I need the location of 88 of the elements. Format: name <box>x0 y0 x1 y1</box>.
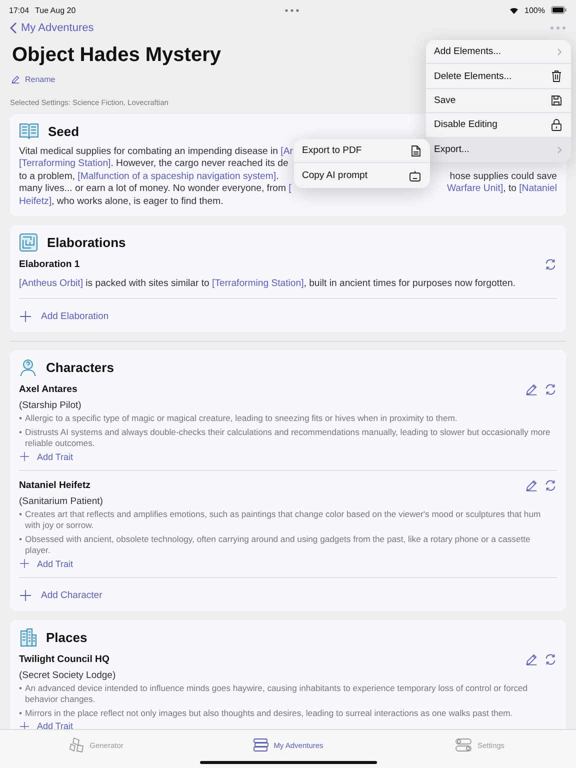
robot-icon <box>409 170 421 182</box>
trait-text: Allergic to a specific type of magic or magical creature, leading to sneezing fits or hives when in proximity to them. <box>25 413 458 425</box>
item-name: Twilight Council HQ <box>19 654 110 665</box>
item-name: Axel Antares <box>19 384 78 396</box>
bullet-icon: • <box>19 534 22 557</box>
refresh-icon[interactable] <box>544 258 557 272</box>
bullet-icon: • <box>19 413 22 425</box>
item-role: (Secret Society Lodge) <box>19 670 117 681</box>
section-title: Places <box>46 630 88 645</box>
add-trait-button[interactable]: Add Trait <box>20 721 74 729</box>
plus-icon <box>20 311 31 322</box>
pencil-icon[interactable] <box>525 478 538 492</box>
elaboration-text: [Antheus Orbit] is packed with sites similar to [Terraforming Station], built in ancient times for purposes now forgotten. <box>19 277 516 290</box>
battery-icon <box>551 6 567 14</box>
bullet-icon: • <box>19 682 22 706</box>
dice-icon <box>68 737 85 753</box>
pencil-icon[interactable] <box>525 652 538 666</box>
menu-item[interactable]: Save <box>426 88 571 114</box>
item-role: (Starship Pilot) <box>19 400 82 412</box>
battery-percent: 100% <box>524 6 545 14</box>
seed-text: many lives... or earn a lot of money. No wonder everyone, from [ <box>19 183 292 196</box>
entity-link[interactable]: [ <box>288 183 292 194</box>
trait-text: Mirrors in the place reflect not only images but also thoughts and desires, leading to surreal interactions as one walks past them. <box>25 708 513 720</box>
chevron-icon <box>557 48 562 56</box>
item-role: (Sanitarium Patient) <box>19 496 104 507</box>
bullet-icon: • <box>19 708 22 720</box>
plus-icon <box>20 590 31 601</box>
trait-text: Creates art that reflects and amplifies emotions, such as paintings that change color based on the viewer's mood or sculptures that hum with joy or sorrow. <box>25 508 542 532</box>
lock-icon <box>551 118 562 131</box>
chevron-icon <box>557 146 562 154</box>
section-title: Characters <box>46 360 114 376</box>
pencil-icon <box>11 75 20 84</box>
seed-text: Heifetz], who works alone, is eager to find them. <box>19 196 224 208</box>
seed-text: hose supplies could save <box>450 170 557 184</box>
open-book-icon <box>19 122 39 140</box>
trash-icon <box>551 70 562 82</box>
entity-link[interactable]: [Terraforming Station] <box>19 158 111 170</box>
buildings-icon <box>19 628 37 647</box>
menu-item[interactable]: Export... <box>426 138 571 162</box>
wifi-icon <box>508 6 519 14</box>
seed-text: [Terraforming Station]. However, the cargo never reached its de <box>19 158 288 171</box>
entity-link[interactable]: [Terraforming Station] <box>212 278 304 290</box>
menu-item[interactable]: Export to PDF <box>294 139 430 164</box>
plus-icon <box>20 452 29 462</box>
entity-link[interactable]: [Malfunction of a spaceship navigation system] <box>78 170 276 182</box>
item-name: Elaboration 1 <box>19 259 80 270</box>
section-title: Elaborations <box>47 235 126 250</box>
seed-text: Vital medical supplies for combating an impending disease in [Ar <box>19 146 293 158</box>
bullet-icon: • <box>19 508 22 532</box>
trait-text: An advanced device intended to influence minds goes haywire, causing inhabitants to experience temporary loss of control or forced behavior changes. <box>25 682 529 706</box>
section-title: Seed <box>48 124 80 138</box>
plus-icon <box>20 722 29 729</box>
entity-link[interactable]: [Ar <box>280 146 293 157</box>
menu-item[interactable]: Copy AI prompt <box>294 163 430 188</box>
menu-item[interactable]: Delete Elements... <box>426 64 571 89</box>
more-dots-icon <box>285 8 300 12</box>
seed-text: to a problem, [Malfunction of a spaceship navigation system]. <box>19 170 279 184</box>
add-trait-button[interactable]: Add Trait <box>20 558 74 569</box>
refresh-icon[interactable] <box>544 478 557 492</box>
add-trait-button[interactable]: Add Trait <box>20 452 74 462</box>
back-button[interactable]: My Adventures <box>10 22 94 34</box>
entity-link[interactable]: Heifetz] <box>19 196 52 207</box>
refresh-icon[interactable] <box>544 383 557 396</box>
bullet-icon: • <box>19 426 22 450</box>
seed-text: Warfare Unit], to [Nataniel <box>446 183 557 196</box>
chevron-left-icon <box>10 22 17 34</box>
maze-icon <box>19 233 38 252</box>
pencil-icon[interactable] <box>525 383 538 396</box>
add-character-button[interactable]: Add Character <box>19 586 102 603</box>
rename-button[interactable]: Rename <box>10 75 56 84</box>
menu-item[interactable]: Disable Editing <box>426 113 571 138</box>
plus-icon <box>20 559 29 568</box>
person-icon <box>19 358 37 378</box>
entity-link[interactable]: [Antheus Orbit] <box>19 278 83 290</box>
books-icon <box>252 737 269 753</box>
document-icon <box>411 144 421 157</box>
entity-link[interactable]: Warfare Unit] <box>446 183 504 194</box>
entity-link[interactable]: [Nataniel <box>519 183 557 194</box>
item-name: Nataniel Heifetz <box>19 480 90 491</box>
status-time: 17:04 <box>9 6 30 14</box>
add-elaboration-button[interactable]: Add Elaboration <box>19 307 109 324</box>
toggles-icon <box>455 738 472 752</box>
trait-text: Distrusts AI systems and always double-checks their calculations and recommendations manually, leading to slower but occasionally more reliable outcomes. <box>25 426 552 450</box>
page-title: Object Hades Mystery <box>12 44 221 67</box>
status-date: Tue Aug 20 <box>35 6 76 14</box>
trait-text: Obsessed with ancient, obsolete technology, often carrying around and using gadgets from the past, like a rotary phone or a cassette player. <box>25 534 532 557</box>
menu-item[interactable]: Add Elements... <box>426 40 571 64</box>
refresh-icon[interactable] <box>544 652 557 666</box>
